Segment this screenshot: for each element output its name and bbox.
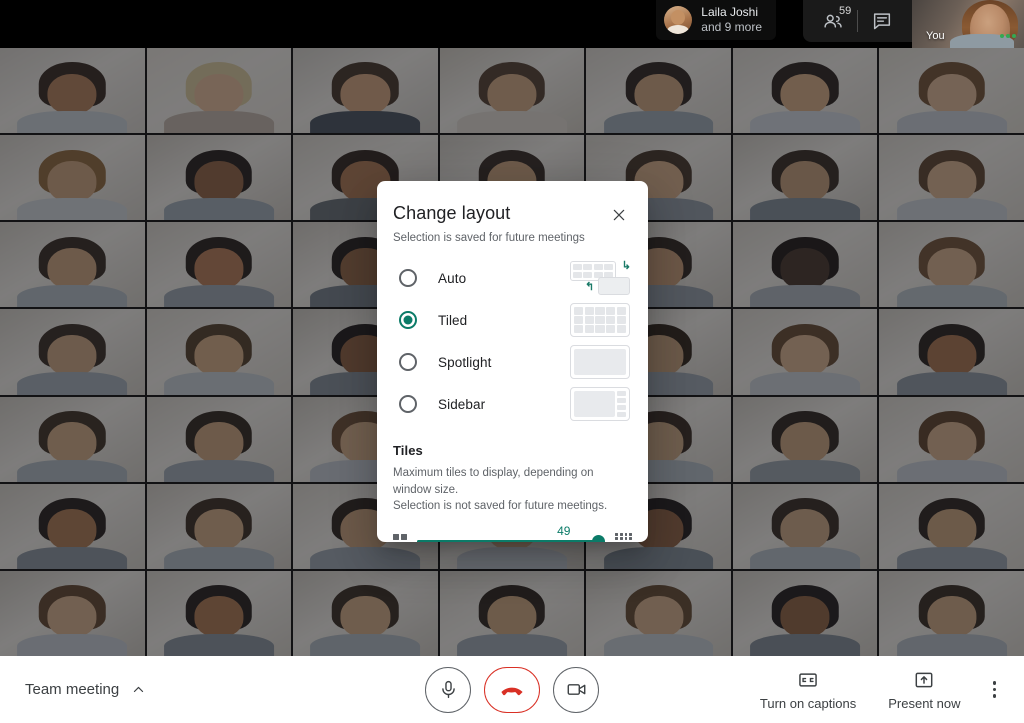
layout-option-spotlight[interactable]: Spotlight (393, 341, 632, 383)
tiles-description-line1: Maximum tiles to display, depending on w… (393, 467, 594, 496)
tiles-slider[interactable]: 49 (416, 524, 606, 542)
microphone-icon (441, 680, 455, 699)
microphone-button[interactable] (425, 666, 471, 713)
top-bar: Laila Joshi and 9 more 59 You (0, 0, 1024, 48)
meeting-app: Laila Joshi and 9 more 59 You Team meeti… (0, 0, 1024, 723)
camera-button[interactable] (553, 666, 599, 713)
captions-label: Turn on captions (759, 695, 857, 711)
chevron-up-icon (134, 686, 144, 693)
meeting-name-button[interactable]: Team meeting (25, 681, 146, 698)
turn-on-captions-button[interactable]: Turn on captions (746, 663, 870, 717)
active-speaker-chip[interactable]: Laila Joshi and 9 more (656, 0, 776, 40)
slider-value: 49 (557, 524, 571, 539)
dialog-title: Change layout (393, 203, 511, 223)
closed-captions-icon (799, 672, 817, 687)
layout-option-sidebar[interactable]: Sidebar (393, 383, 632, 425)
call-controls (425, 666, 599, 713)
small-grid-icon[interactable] (393, 534, 407, 542)
right-controls: Turn on captions Present now (746, 663, 1010, 717)
self-view-label: You (926, 30, 945, 42)
people-count-badge: 59 (839, 5, 852, 17)
radio-auto[interactable] (399, 269, 417, 287)
slider-track (416, 539, 606, 542)
end-call-button[interactable] (484, 666, 540, 713)
large-grid-icon[interactable] (615, 532, 632, 542)
bottom-control-bar: Team meeting Turn on captions Present no… (0, 656, 1024, 723)
end-call-icon (501, 687, 523, 695)
change-layout-dialog: Change layout Selection is saved for fut… (377, 181, 648, 542)
chat-icon (873, 13, 891, 30)
sidebar-thumb-icon (570, 387, 630, 421)
people-button[interactable]: 59 (809, 0, 857, 42)
dialog-header: Change layout (393, 203, 632, 226)
layout-option-tiled[interactable]: Tiled (393, 299, 632, 341)
speaker-more: and 9 more (701, 20, 762, 34)
radio-spotlight[interactable] (399, 353, 417, 371)
tiles-description-line2: Selection is not saved for future meetin… (393, 500, 608, 513)
layout-option-label: Sidebar (438, 396, 486, 412)
close-icon (613, 209, 625, 221)
chat-button[interactable] (858, 0, 906, 42)
signal-strength-icon (1000, 34, 1016, 38)
slider-knob[interactable] (592, 534, 606, 542)
auto-thumb-icon: ↳ ↰ (570, 261, 631, 295)
header-actions: 59 (803, 0, 912, 42)
tiles-heading: Tiles (393, 443, 423, 458)
present-screen-icon (915, 672, 933, 687)
radio-sidebar[interactable] (399, 395, 417, 413)
tiles-section: Tiles Maximum tiles to display, dependin… (393, 443, 632, 542)
speaker-name: Laila Joshi (701, 5, 758, 19)
tiles-slider-row: 49 (393, 524, 632, 542)
layout-option-label: Spotlight (438, 354, 492, 370)
dialog-subtitle: Selection is saved for future meetings (393, 232, 585, 244)
avatar (664, 6, 693, 34)
spotlight-thumb-icon (570, 345, 630, 379)
more-options-button[interactable] (979, 671, 1011, 708)
meeting-name-label: Team meeting (25, 681, 120, 698)
present-label: Present now (888, 695, 961, 711)
radio-tiled[interactable] (399, 311, 417, 329)
present-now-button[interactable]: Present now (874, 663, 974, 717)
tiled-thumb-icon (570, 303, 630, 337)
camera-icon (567, 684, 585, 695)
layout-option-label: Auto (438, 270, 467, 286)
self-view-tile[interactable]: You (912, 0, 1024, 48)
more-options-icon (992, 681, 996, 685)
tiles-description: Maximum tiles to display, depending on w… (393, 465, 632, 515)
speaker-names: Laila Joshi and 9 more (701, 5, 762, 35)
layout-option-auto[interactable]: Auto ↳ ↰ (393, 257, 632, 299)
close-button[interactable] (608, 204, 630, 226)
layout-options-list: Auto ↳ ↰ Tiled Spotlight Sidebar (393, 257, 632, 425)
layout-option-label: Tiled (438, 312, 468, 328)
